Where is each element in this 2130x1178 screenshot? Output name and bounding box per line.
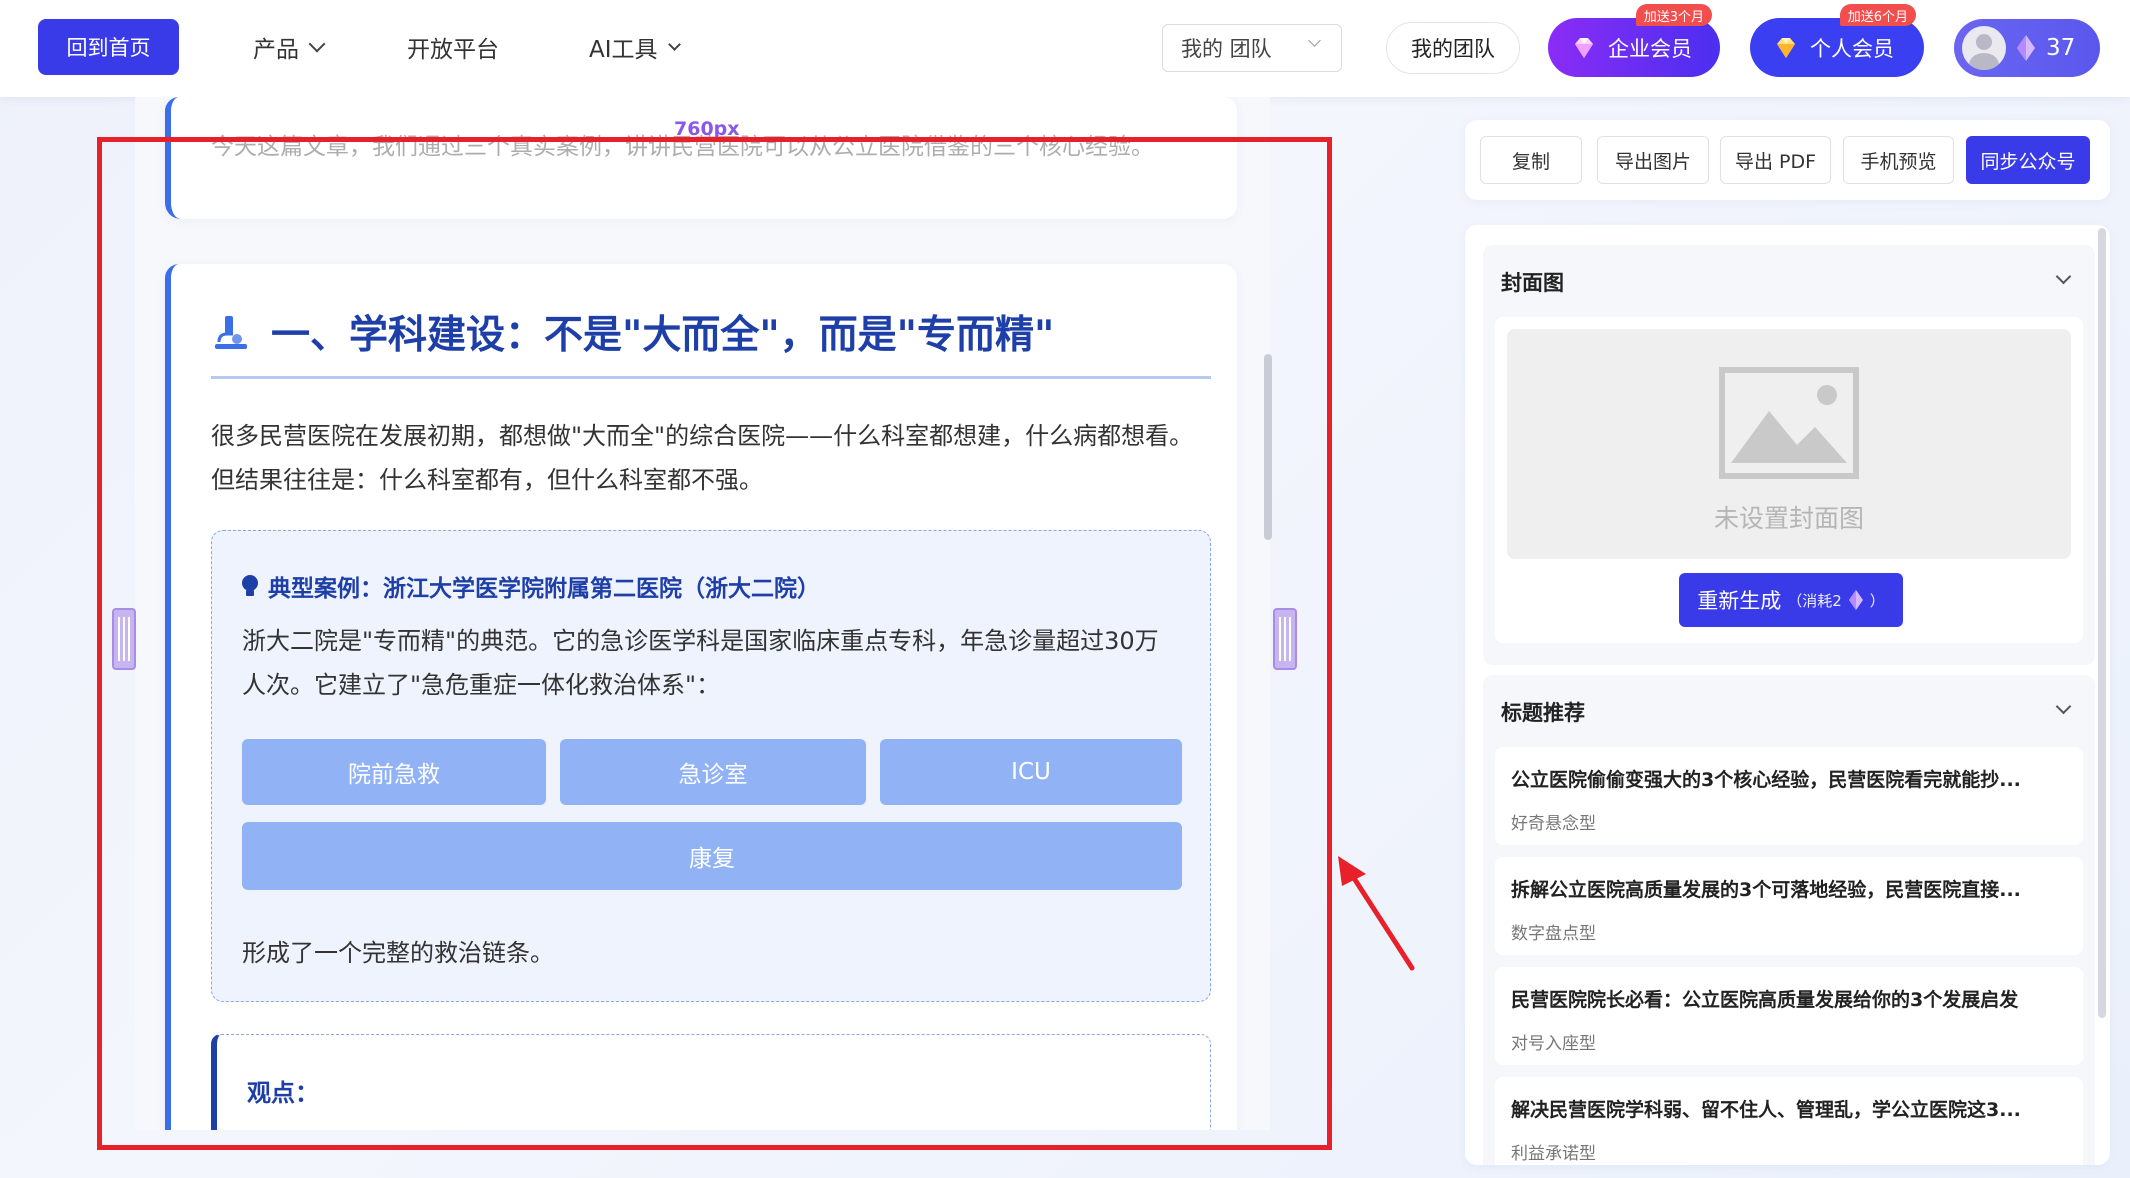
section-title-text: 一、学科建设：不是"大而全"，而是"专而精" — [271, 313, 1055, 358]
personal-member-button[interactable]: 个人会员 加送6个月 — [1750, 4, 1924, 77]
image-placeholder-icon — [1719, 367, 1859, 479]
my-team-button[interactable]: 我的团队 — [1386, 22, 1520, 74]
title-suggestion[interactable]: 拆解公立医院高质量发展的3个可落地经验，民营医院直接... 数字盘点型 — [1495, 857, 2083, 955]
regenerate-label: 重新生成 — [1697, 589, 1782, 613]
left-resize-handle[interactable] — [112, 608, 136, 670]
annotation-arrow — [1338, 856, 1415, 971]
chevron-down-icon — [308, 35, 326, 53]
credit-crystal-icon — [1848, 590, 1863, 610]
nav-products-label: 产品 — [253, 37, 299, 63]
title-suggestion-style: 好奇悬念型 — [1511, 814, 1596, 834]
export-pdf-button[interactable]: 导出 PDF — [1720, 136, 1831, 184]
viewpoint-box: 观点： — [211, 1034, 1211, 1130]
case-title: 典型案例：浙江大学医学院附属第二医院（浙大二院） — [240, 569, 820, 603]
width-indicator: 760px — [674, 118, 740, 140]
diamond-icon — [1777, 37, 1795, 58]
case-box: 典型案例：浙江大学医学院附属第二医院（浙大二院） 浙大二院是"专而精"的典范。它… — [211, 530, 1211, 1002]
copy-button[interactable]: 复制 — [1480, 136, 1582, 184]
promo-badge: 加送3个月 — [1635, 4, 1712, 26]
chevron-down-icon — [1308, 34, 1321, 47]
right-resize-handle[interactable] — [1273, 608, 1297, 670]
title-divider — [211, 376, 1211, 379]
flow-chip: 院前急救 — [242, 739, 546, 805]
title-suggestion-text: 民营医院院长必看：公立医院高质量发展给你的3个发展启发 — [1511, 989, 2019, 1011]
home-button[interactable]: 回到首页 — [38, 19, 179, 75]
title-suggestion-style: 对号入座型 — [1511, 1034, 1596, 1054]
title-suggestion[interactable]: 民营医院院长必看：公立医院高质量发展给你的3个发展启发 对号入座型 — [1495, 967, 2083, 1065]
title-suggestion-text: 公立医院偷偷变强大的3个核心经验，民营医院看完就能抄... — [1511, 769, 2021, 791]
microscope-icon — [215, 316, 247, 349]
section-card: 一、学科建设：不是"大而全"，而是"专而精" 很多民营医院在发展初期，都想做"大… — [165, 264, 1237, 1130]
regenerate-cost: （消耗2 — [1787, 591, 1842, 610]
section-title: 一、学科建设：不是"大而全"，而是"专而精" — [211, 304, 1054, 360]
nav-open-platform[interactable]: 开放平台 — [407, 30, 499, 64]
title-suggestion[interactable]: 解决民营医院学科弱、留不住人、管理乱，学公立医院这3... 利益承诺型 — [1495, 1077, 2083, 1165]
nav-products[interactable]: 产品 — [253, 30, 326, 64]
regenerate-cover-button[interactable]: 重新生成 （消耗2 ） — [1679, 573, 1903, 627]
credit-crystal-icon — [2017, 35, 2035, 61]
enterprise-member-button[interactable]: 企业会员 加送3个月 — [1548, 4, 1720, 77]
preview-scrollbar[interactable] — [1264, 354, 1272, 540]
case-title-text: 典型案例：浙江大学医学院附属第二医院（浙大二院） — [268, 576, 820, 602]
side-panel-scrollbar[interactable] — [2098, 228, 2106, 1018]
enterprise-member-label: 企业会员 — [1608, 36, 1692, 61]
credits-count: 37 — [2046, 35, 2076, 61]
sync-wechat-button[interactable]: 同步公众号 — [1966, 136, 2090, 184]
title-recommend-heading: 标题推荐 — [1501, 701, 1585, 725]
top-navbar: 回到首页 产品 开放平台 AI工具 我的 团队 我的团队 企业会员 加送3个月 … — [0, 0, 2130, 97]
user-menu[interactable]: 37 — [1954, 19, 2100, 77]
nav-ai-tools[interactable]: AI工具 — [589, 30, 681, 64]
flow-chip: 急诊室 — [560, 739, 866, 805]
chevron-down-icon[interactable] — [2055, 698, 2072, 715]
cover-empty-text: 未设置封面图 — [1713, 504, 1864, 533]
article-preview-area: 今天这篇文章，我们通过三个真实案例，讲讲民营医院可以从公立医院借鉴的三个核心经验… — [135, 97, 1270, 1130]
flow-chip: ICU — [880, 739, 1182, 805]
mobile-preview-button[interactable]: 手机预览 — [1843, 136, 1954, 184]
nav-open-platform-label: 开放平台 — [407, 37, 499, 63]
diamond-icon — [1575, 37, 1593, 58]
side-panel: 封面图 未设置封面图 重新生成 （消耗2 ） 标题推荐 公立医院偷偷变强大的3个… — [1465, 225, 2110, 1165]
title-suggestion-style: 数字盘点型 — [1511, 924, 1596, 944]
chevron-down-icon — [667, 37, 681, 51]
team-select[interactable]: 我的 团队 — [1162, 24, 1342, 72]
cover-content: 未设置封面图 重新生成 （消耗2 ） — [1495, 317, 2083, 643]
title-suggestion-text: 拆解公立医院高质量发展的3个可落地经验，民营医院直接... — [1511, 879, 2021, 901]
title-suggestion-text: 解决民营医院学科弱、留不住人、管理乱，学公立医院这3... — [1511, 1099, 2021, 1121]
title-suggestion-style: 利益承诺型 — [1511, 1144, 1596, 1164]
chevron-down-icon[interactable] — [2055, 268, 2072, 285]
case-footer: 形成了一个完整的救治链条。 — [242, 939, 554, 967]
cover-panel: 封面图 未设置封面图 重新生成 （消耗2 ） — [1483, 245, 2095, 665]
promo-badge: 加送6个月 — [1839, 4, 1916, 26]
viewpoint-title: 观点： — [247, 1079, 319, 1107]
case-text: 浙大二院是"专而精"的典范。它的急诊医学科是国家临床重点专科，年急诊量超过30万… — [242, 627, 1159, 699]
avatar — [1962, 26, 2006, 70]
title-recommend-panel: 标题推荐 公立医院偷偷变强大的3个核心经验，民营医院看完就能抄... 好奇悬念型… — [1483, 675, 2095, 1165]
export-toolbar: 复制 导出图片 导出 PDF 手机预览 同步公众号 — [1465, 120, 2110, 200]
cover-heading: 封面图 — [1501, 271, 1564, 295]
section-paragraph: 很多民营医院在发展初期，都想做"大而全"的综合医院——什么科室都想建，什么病都想… — [211, 422, 1194, 494]
nav-ai-tools-label: AI工具 — [589, 37, 658, 63]
lightbulb-icon — [242, 575, 258, 596]
title-suggestion[interactable]: 公立医院偷偷变强大的3个核心经验，民营医院看完就能抄... 好奇悬念型 — [1495, 747, 2083, 845]
personal-member-label: 个人会员 — [1810, 36, 1894, 61]
export-image-button[interactable]: 导出图片 — [1597, 136, 1709, 184]
previous-section-card: 今天这篇文章，我们通过三个真实案例，讲讲民营医院可以从公立医院借鉴的三个核心经验… — [165, 97, 1237, 219]
regenerate-cost-end: ） — [1869, 591, 1885, 610]
team-select-value: 我的 团队 — [1181, 37, 1272, 61]
cover-placeholder[interactable]: 未设置封面图 — [1507, 329, 2071, 559]
flow-chip: 康复 — [242, 822, 1182, 890]
